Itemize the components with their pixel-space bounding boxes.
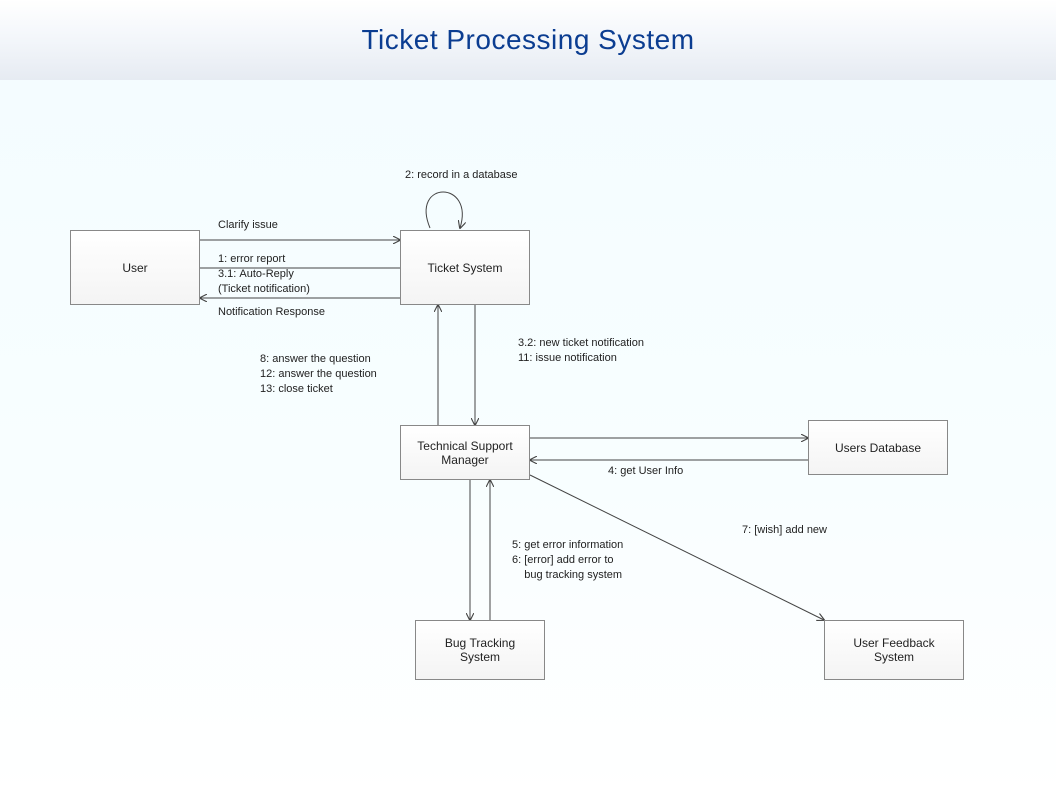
node-ticket-system-label: Ticket System — [428, 261, 503, 275]
node-users-db-label: Users Database — [835, 441, 921, 455]
diagram-canvas: User Ticket System Technical SupportMana… — [0, 80, 1056, 794]
node-tsm-label: Technical SupportManager — [417, 439, 512, 467]
label-error-report: 1: error report3.1: Auto-Reply(Ticket no… — [218, 252, 310, 297]
label-bug-info: 5: get error information6: [error] add e… — [512, 538, 623, 583]
node-tsm: Technical SupportManager — [400, 425, 530, 480]
label-record: 2: record in a database — [405, 168, 518, 183]
label-wish: 7: [wish] add new — [742, 523, 827, 538]
label-answer: 8: answer the question12: answer the que… — [260, 352, 377, 397]
node-bug-tracking: Bug TrackingSystem — [415, 620, 545, 680]
node-user-label: User — [122, 261, 147, 275]
node-ticket-system: Ticket System — [400, 230, 530, 305]
node-bug-tracking-label: Bug TrackingSystem — [445, 636, 515, 664]
label-clarify: Clarify issue — [218, 218, 278, 233]
node-user-feedback: User FeedbackSystem — [824, 620, 964, 680]
node-user: User — [70, 230, 200, 305]
node-user-feedback-label: User FeedbackSystem — [853, 636, 934, 664]
label-notif-resp: Notification Response — [218, 305, 325, 320]
header: Ticket Processing System — [0, 0, 1056, 80]
label-get-user-info: 4: get User Info — [608, 464, 683, 479]
node-users-db: Users Database — [808, 420, 948, 475]
page-title: Ticket Processing System — [361, 24, 694, 56]
label-new-ticket: 3.2: new ticket notification11: issue no… — [518, 336, 644, 366]
